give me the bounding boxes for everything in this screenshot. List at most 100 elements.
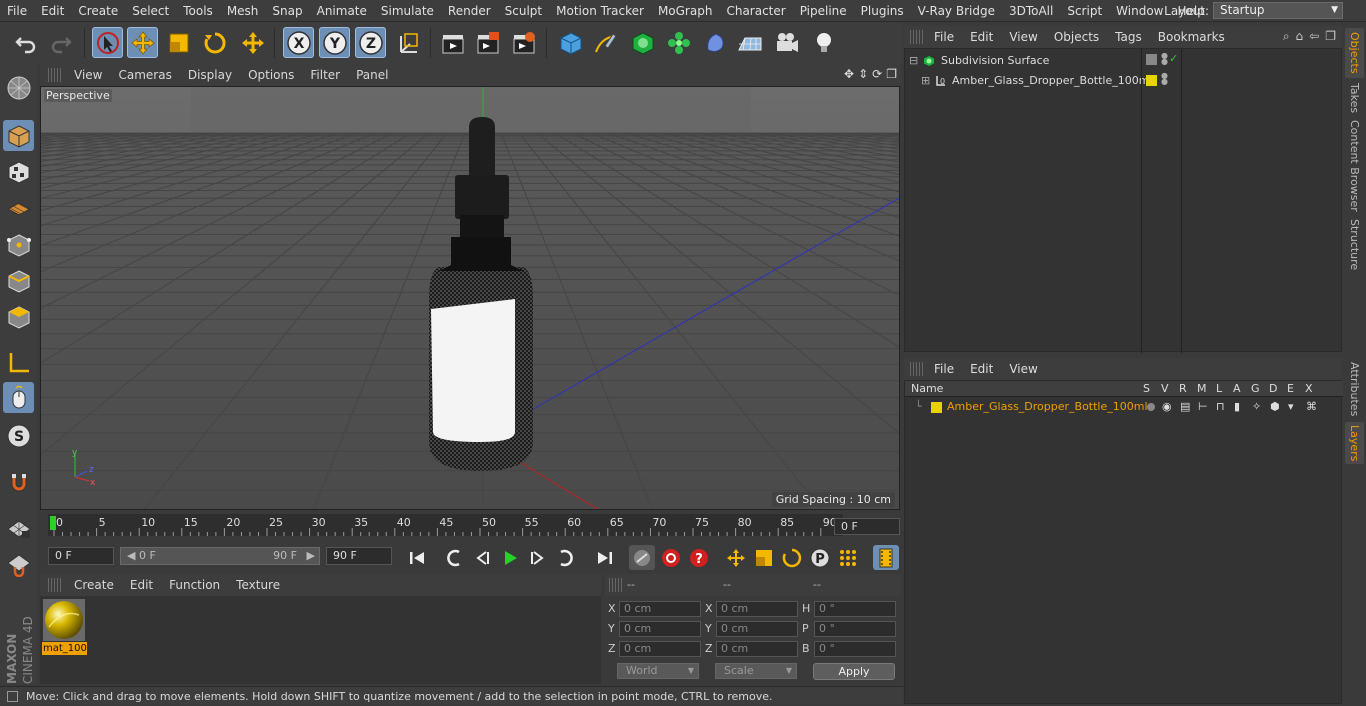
add-scene-button[interactable] [734, 27, 765, 58]
pos-y-field[interactable]: 0 cm [619, 621, 701, 637]
xref-icon[interactable]: ⌘ [1306, 398, 1317, 416]
workplane-mode-button[interactable] [3, 192, 34, 223]
viewport-menu-cameras[interactable]: Cameras [110, 64, 179, 86]
point-level-key-button[interactable] [835, 545, 861, 570]
timeline-ruler[interactable]: 0 5 10 15 20 25 30 35 40 45 50 55 60 65 70 75 80 85 90 [40, 512, 901, 544]
tab-attributes[interactable]: Attributes [1345, 360, 1364, 418]
size-y-field[interactable]: 0 cm [716, 621, 798, 637]
viewport-menu-options[interactable]: Options [240, 64, 302, 86]
size-z-field[interactable]: 0 cm [716, 641, 798, 657]
menu-mograph[interactable]: MoGraph [651, 0, 720, 22]
previous-frame-button[interactable] [469, 545, 495, 570]
menu-animate[interactable]: Animate [310, 0, 374, 22]
rotate-view-icon[interactable]: ⟳ [872, 67, 882, 81]
position-key-button[interactable] [723, 545, 749, 570]
timeline-window-button[interactable] [873, 545, 899, 570]
menu-character[interactable]: Character [719, 0, 792, 22]
rot-p-field[interactable]: 0 ° [814, 621, 896, 637]
eye-icon[interactable]: ◉ [1162, 398, 1172, 416]
snap-button[interactable]: S [3, 420, 34, 451]
menu-3dtoall[interactable]: 3DToAll [1002, 0, 1060, 22]
menu-window[interactable]: Window [1109, 0, 1170, 22]
layer-col-xref[interactable]: X [1305, 382, 1313, 395]
menu-sculpt[interactable]: Sculpt [498, 0, 549, 22]
add-cube-button[interactable] [555, 27, 586, 58]
go-to-start-button[interactable] [404, 545, 430, 570]
max-time-field[interactable]: 90 F [326, 547, 392, 565]
texture-mode-button[interactable] [3, 156, 34, 187]
make-editable-button[interactable] [3, 72, 34, 103]
viewport-menu-view[interactable]: View [66, 64, 110, 86]
tab-objects[interactable]: Objects [1345, 28, 1364, 78]
min-time-field[interactable]: 0 F [48, 547, 114, 565]
object-menu-objects[interactable]: Objects [1046, 26, 1107, 48]
menu-snap[interactable]: Snap [265, 0, 309, 22]
menu-file[interactable]: File [0, 0, 34, 22]
layer-menu-file[interactable]: File [926, 358, 962, 380]
layer-color-swatch[interactable] [931, 402, 942, 413]
rotate-tool-button[interactable] [199, 27, 230, 58]
z-axis-lock-button[interactable]: Z [355, 27, 386, 58]
enable-snap-button[interactable] [3, 467, 34, 498]
current-frame-field[interactable]: 0 F [834, 518, 900, 535]
tree-expand-icon[interactable]: ⊞ [921, 71, 930, 91]
undo-button[interactable] [10, 27, 41, 58]
coordinate-mode-dropdown[interactable]: World ▼ [617, 663, 699, 679]
tab-takes[interactable]: Takes [1345, 82, 1364, 114]
menu-edit[interactable]: Edit [34, 0, 71, 22]
layer-col-view[interactable]: V [1161, 382, 1169, 395]
visibility-dots-icon[interactable]: ● ● [1161, 72, 1168, 86]
layer-col-render[interactable]: R [1179, 382, 1187, 395]
record-active-objects-button[interactable] [629, 545, 655, 570]
model-mode-button[interactable] [3, 120, 34, 151]
lock-icon[interactable]: ⊓ [1216, 398, 1225, 416]
maximize-view-icon[interactable]: ❐ [886, 67, 897, 81]
live-selection-button[interactable] [92, 27, 123, 58]
expression-icon[interactable]: ▾ [1288, 398, 1294, 416]
menu-plugins[interactable]: Plugins [854, 0, 911, 22]
object-menu-tags[interactable]: Tags [1107, 26, 1150, 48]
dolly-view-icon[interactable]: ⇕ [858, 67, 868, 81]
parameter-key-button[interactable]: P [807, 545, 833, 570]
menu-simulate[interactable]: Simulate [374, 0, 441, 22]
home-icon[interactable]: ⌂ [1296, 29, 1304, 44]
layer-col-manager[interactable]: M [1197, 382, 1207, 395]
add-deformer-button[interactable] [699, 27, 730, 58]
quantize-button[interactable] [3, 548, 34, 579]
object-row-bottle[interactable]: ⊞ 0 Amber_Glass_Dropper_Bottle_100ml [905, 71, 1153, 91]
layer-col-generators[interactable]: G [1251, 382, 1260, 395]
render-to-picture-viewer-button[interactable] [472, 27, 503, 58]
points-mode-button[interactable] [3, 229, 34, 260]
x-axis-lock-button[interactable]: X [283, 27, 314, 58]
material-menu-edit[interactable]: Edit [122, 574, 161, 596]
material-name-label[interactable]: mat_100 [42, 642, 87, 655]
layer-col-deformers[interactable]: D [1269, 382, 1277, 395]
menu-pipeline[interactable]: Pipeline [793, 0, 854, 22]
layer-color-swatch[interactable] [1146, 75, 1157, 86]
edges-mode-button[interactable] [3, 265, 34, 296]
add-spline-button[interactable] [590, 27, 621, 58]
film-icon[interactable]: ▮ [1234, 398, 1240, 416]
layout-select[interactable]: Startup ▼ [1213, 2, 1343, 19]
layer-col-expressions[interactable]: E [1287, 382, 1294, 395]
next-frame-button[interactable] [525, 545, 551, 570]
material-menu-texture[interactable]: Texture [228, 574, 288, 596]
rot-h-field[interactable]: 0 ° [814, 601, 896, 617]
layer-col-solo[interactable]: S [1143, 382, 1150, 395]
previous-key-button[interactable] [441, 545, 467, 570]
coordinate-system-button[interactable] [393, 27, 424, 58]
transform-tool-button[interactable] [237, 27, 268, 58]
go-to-end-button[interactable] [592, 545, 618, 570]
playhead[interactable] [50, 516, 56, 530]
menu-select[interactable]: Select [125, 0, 176, 22]
material-preview-thumbnail[interactable] [43, 599, 85, 641]
menu-render[interactable]: Render [441, 0, 498, 22]
render-clapper-icon[interactable]: ▤ [1180, 398, 1190, 416]
keyframe-selection-button[interactable]: ? [686, 545, 712, 570]
layer-col-animation[interactable]: A [1233, 382, 1241, 395]
workplane-lock-button[interactable] [3, 512, 34, 543]
apply-button[interactable]: Apply [813, 663, 895, 680]
play-forward-button[interactable] [497, 545, 523, 570]
search-icon[interactable]: ⌕ [1283, 29, 1290, 44]
generator-icon[interactable]: ✧ [1252, 398, 1261, 416]
